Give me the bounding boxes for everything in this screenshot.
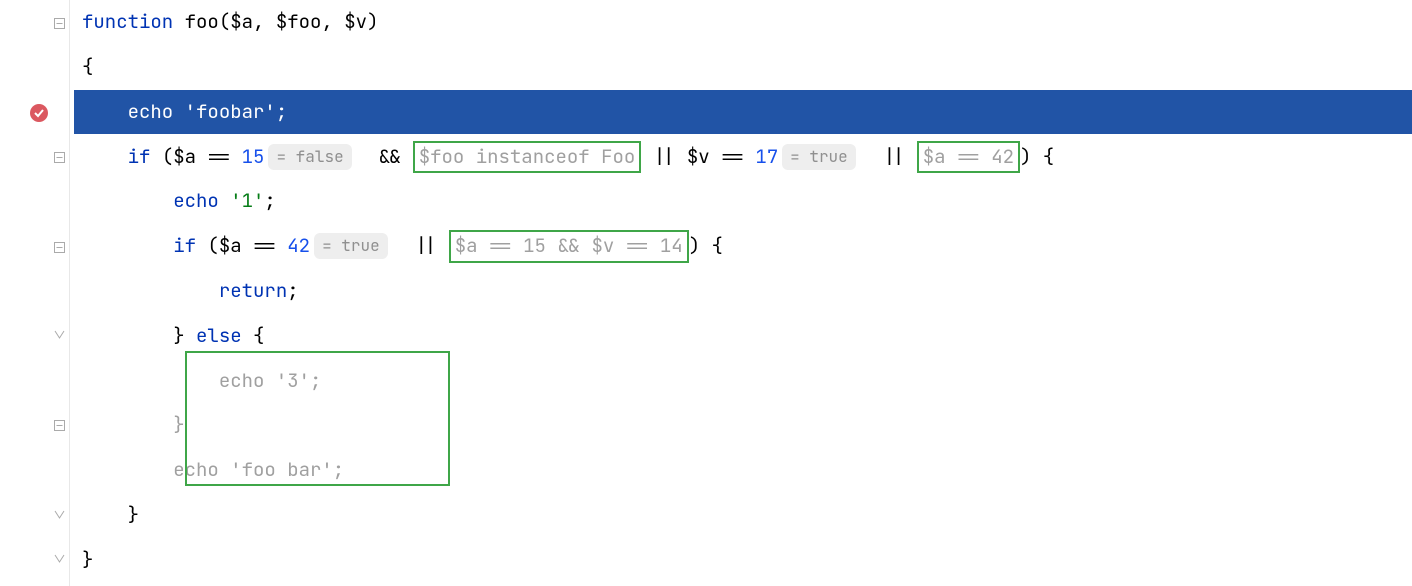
keyword-echo: echo bbox=[128, 98, 174, 127]
param: $v bbox=[344, 8, 367, 37]
editor-content[interactable]: function foo($a, $foo, $v) { echo 'fooba… bbox=[70, 0, 1412, 586]
fold-toggle-icon[interactable] bbox=[50, 148, 68, 166]
execution-line[interactable]: echo 'foobar'; bbox=[74, 90, 1412, 135]
fold-toggle-icon[interactable] bbox=[50, 238, 68, 256]
code-line[interactable]: function foo($a, $foo, $v) bbox=[74, 0, 1412, 45]
keyword-if: if bbox=[128, 143, 151, 172]
code-line[interactable]: if ($a == 15= false && $foo instanceof F… bbox=[74, 134, 1412, 179]
code-line[interactable]: if ($a == 42= true || $a == 15 && $v == … bbox=[74, 224, 1412, 269]
param: $foo bbox=[276, 8, 322, 37]
fold-end-icon[interactable] bbox=[50, 506, 68, 524]
code-line[interactable]: } bbox=[74, 538, 1412, 583]
breakpoint-icon[interactable] bbox=[28, 102, 50, 124]
code-line[interactable]: echo '1'; bbox=[74, 179, 1412, 224]
fold-end-icon[interactable] bbox=[50, 326, 68, 344]
code-line[interactable]: { bbox=[74, 45, 1412, 90]
editor-gutter bbox=[0, 0, 70, 586]
coverage-highlight: $a == 15 && $v == 14 bbox=[449, 230, 689, 263]
string-literal: 'foobar' bbox=[185, 98, 276, 127]
function-name: foo bbox=[185, 8, 219, 37]
fold-end-icon[interactable] bbox=[50, 550, 68, 568]
inline-hint-true: = true bbox=[782, 144, 856, 170]
fold-end-icon[interactable] bbox=[50, 416, 68, 434]
coverage-highlight-block bbox=[185, 351, 450, 486]
code-line[interactable]: } bbox=[74, 493, 1412, 538]
coverage-highlight: $a == 42 bbox=[917, 141, 1020, 174]
coverage-highlight: $foo instanceof Foo bbox=[413, 141, 642, 174]
param: $a bbox=[230, 8, 253, 37]
inline-hint-true: = true bbox=[314, 233, 388, 259]
inline-hint-false: = false bbox=[268, 144, 351, 170]
keyword-function: function bbox=[82, 8, 173, 37]
fold-toggle-icon[interactable] bbox=[50, 14, 68, 32]
code-line[interactable]: return; bbox=[74, 269, 1412, 314]
